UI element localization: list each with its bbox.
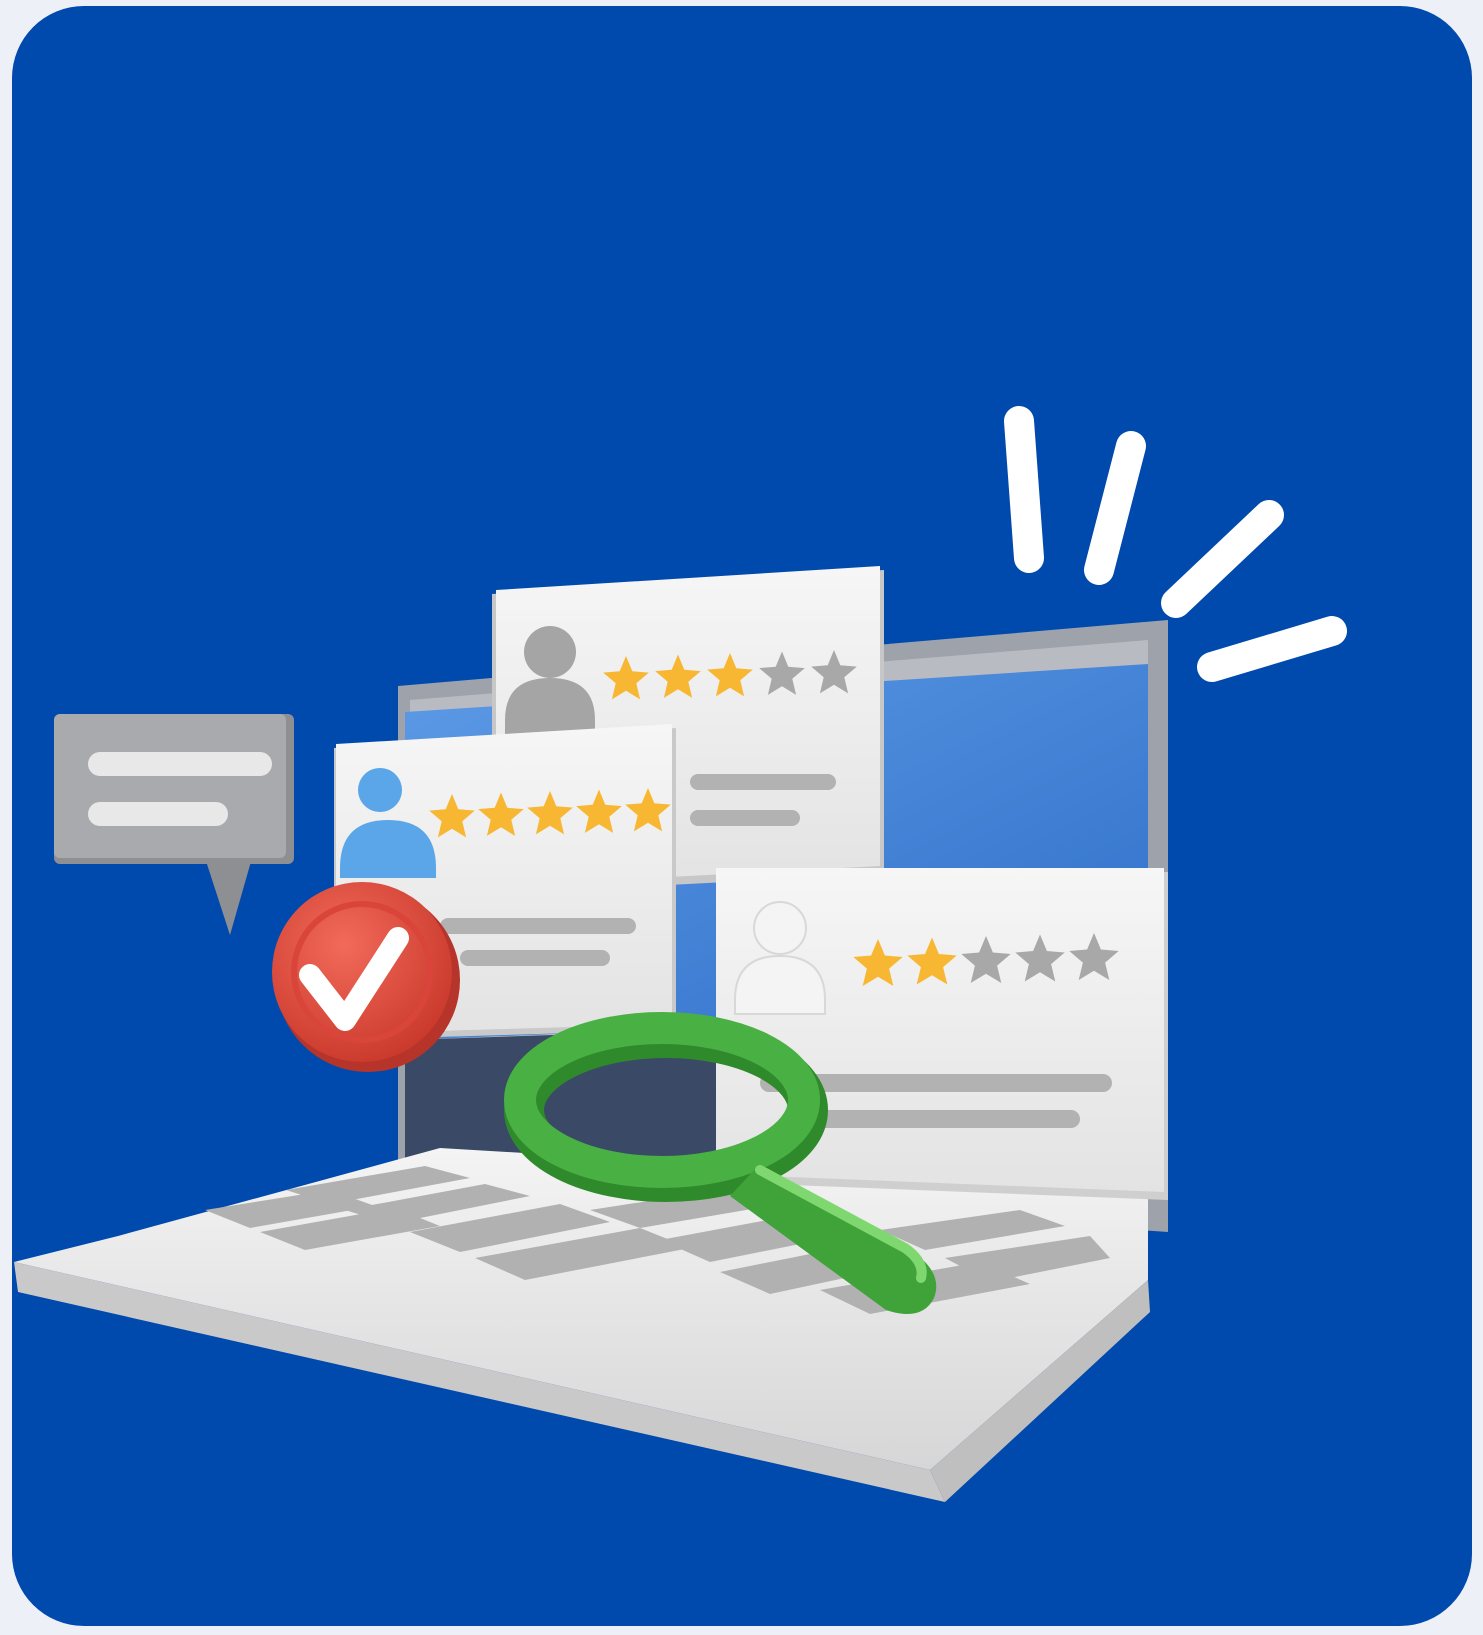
laptop-keyboard: [14, 1148, 1150, 1502]
chat-bubble-icon: [54, 714, 294, 935]
review-illustration: [14, 406, 1347, 1502]
user-avatar-icon: [524, 626, 576, 678]
